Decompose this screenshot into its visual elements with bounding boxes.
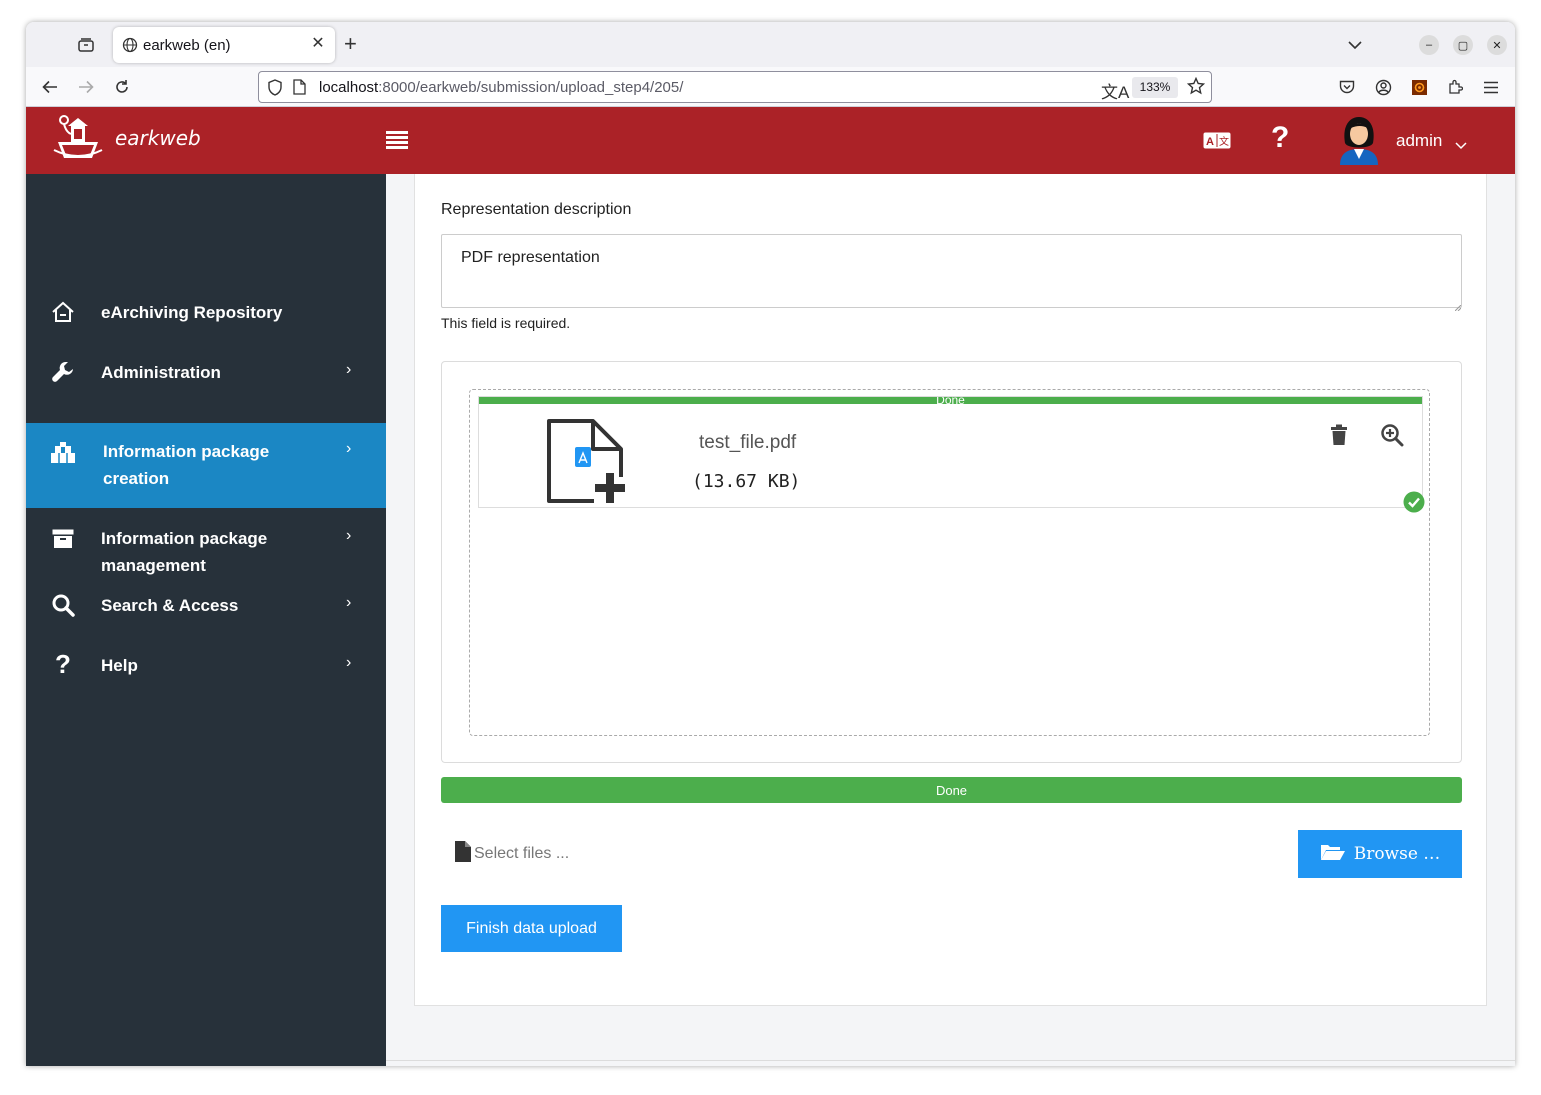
sidebar-item-information-package-creation[interactable]: Information package creation › — [26, 423, 386, 508]
search-icon — [50, 592, 76, 618]
app-header: earkweb A文 ? admin — [26, 107, 1515, 174]
chevron-right-icon: › — [346, 361, 352, 378]
extension-badge-icon[interactable] — [1408, 76, 1430, 98]
account-icon[interactable] — [1372, 76, 1394, 98]
browse-button-label: Browse … — [1353, 844, 1441, 864]
avatar[interactable] — [1336, 115, 1382, 170]
archive-box-icon — [50, 526, 76, 552]
bookmark-star-icon[interactable] — [1186, 76, 1206, 100]
menu-icon[interactable] — [1480, 76, 1502, 98]
upload-card: Representation description PDF represent… — [414, 174, 1487, 1006]
sidebar-item-label: Help — [101, 656, 138, 675]
shield-icon[interactable] — [267, 79, 283, 101]
sidebar-item-help[interactable]: ? Help › — [26, 645, 386, 685]
url-text[interactable]: localhost:8000/earkweb/submission/upload… — [319, 79, 683, 96]
file-progress-bar: Done — [479, 397, 1422, 404]
close-tab-icon[interactable]: ✕ — [309, 35, 327, 53]
svg-text:文: 文 — [1219, 135, 1229, 148]
wrench-icon — [50, 359, 76, 385]
sidebar: eArchiving Repository Administration › I… — [26, 174, 386, 1066]
home-icon — [50, 299, 76, 325]
browse-button[interactable]: Browse … — [1298, 830, 1462, 878]
package-creation-icon — [50, 440, 76, 466]
url-path: :8000/earkweb/submission/upload_step4/20… — [378, 79, 684, 96]
zoom-level[interactable]: 133% — [1132, 77, 1178, 98]
url-host: localhost — [319, 79, 379, 96]
language-icon[interactable]: A文 — [1203, 132, 1231, 154]
translate-icon[interactable]: 文A — [1101, 78, 1129, 103]
overall-progress-bar: Done — [441, 777, 1462, 803]
finish-data-upload-button[interactable]: Finish data upload — [441, 905, 622, 952]
user-name[interactable]: admin — [1396, 131, 1442, 151]
zoom-in-icon[interactable] — [1380, 423, 1404, 452]
resize-handle-icon[interactable] — [1454, 298, 1462, 316]
sidebar-item-label: Administration — [101, 363, 221, 382]
chevron-down-icon[interactable] — [1344, 34, 1366, 56]
representation-description-label: Representation description — [441, 201, 632, 218]
sidebar-item-information-package-management[interactable]: Information package management › — [26, 512, 386, 582]
browser-tab[interactable]: earkweb (en) ✕ — [113, 27, 335, 63]
tab-bar: earkweb (en) ✕ + – ▢ ✕ — [26, 22, 1515, 67]
forward-icon[interactable] — [75, 76, 97, 98]
select-files-caption[interactable]: Select files ... — [455, 841, 569, 867]
tab-list-icon[interactable] — [74, 34, 98, 56]
select-files-placeholder: Select files ... — [474, 845, 570, 862]
sidebar-item-search-access[interactable]: Search & Access › — [26, 585, 386, 625]
sidebar-item-label: Search & Access — [101, 596, 239, 615]
file-name: test_file.pdf — [699, 432, 797, 453]
minimize-button[interactable]: – — [1419, 35, 1439, 55]
new-tab-button[interactable]: + — [344, 33, 357, 55]
close-window-button[interactable]: ✕ — [1487, 35, 1507, 55]
upload-success-check-icon — [1403, 491, 1425, 518]
earkweb-logo-icon[interactable] — [52, 112, 104, 167]
file-drop-zone[interactable]: Done test_file.pdf (13.67 KB) — [469, 389, 1430, 736]
field-required-text: This field is required. — [441, 315, 571, 331]
tab-title: earkweb (en) — [143, 37, 231, 54]
file-input-panel: Done test_file.pdf (13.67 KB) — [441, 361, 1462, 763]
pocket-icon[interactable] — [1336, 76, 1358, 98]
reload-icon[interactable] — [111, 76, 133, 98]
representation-description-field[interactable]: PDF representation — [441, 234, 1462, 308]
user-menu-chevron-icon[interactable] — [1455, 137, 1467, 155]
file-preview: Done test_file.pdf (13.67 KB) — [478, 396, 1425, 513]
divider — [386, 1060, 1515, 1061]
sidebar-item-label: Information package creation — [103, 442, 270, 488]
main-content: Representation description PDF represent… — [386, 174, 1515, 1066]
sidebar-item-earchiving-repository[interactable]: eArchiving Repository — [26, 292, 386, 332]
pdf-file-add-icon — [545, 417, 629, 510]
file-size: (13.67 KB) — [692, 471, 801, 492]
sidebar-item-label: Information package management — [101, 529, 268, 575]
sidebar-item-label: eArchiving Repository — [101, 303, 283, 322]
maximize-button[interactable]: ▢ — [1453, 35, 1473, 55]
brand-name[interactable]: earkweb — [115, 126, 201, 150]
back-icon[interactable] — [39, 76, 61, 98]
chevron-right-icon: › — [346, 594, 352, 611]
globe-icon — [122, 37, 138, 58]
sidebar-toggle-icon[interactable] — [386, 131, 408, 151]
browser-window: earkweb (en) ✕ + – ▢ ✕ localhost:8000/ea… — [26, 22, 1515, 1066]
question-icon: ? — [55, 648, 71, 679]
extensions-puzzle-icon[interactable] — [1444, 76, 1466, 98]
trash-icon[interactable] — [1330, 424, 1348, 451]
chevron-right-icon: › — [346, 527, 352, 544]
file-icon — [455, 841, 471, 867]
page-icon — [293, 79, 306, 100]
chevron-right-icon: › — [346, 440, 352, 457]
chevron-right-icon: › — [346, 654, 352, 671]
address-bar[interactable]: localhost:8000/earkweb/submission/upload… — [258, 71, 1212, 103]
help-icon[interactable]: ? — [1271, 121, 1289, 155]
folder-open-icon — [1320, 843, 1346, 866]
svg-text:A: A — [1206, 136, 1214, 148]
navigation-bar: localhost:8000/earkweb/submission/upload… — [26, 67, 1515, 107]
sidebar-item-administration[interactable]: Administration › — [26, 352, 386, 392]
